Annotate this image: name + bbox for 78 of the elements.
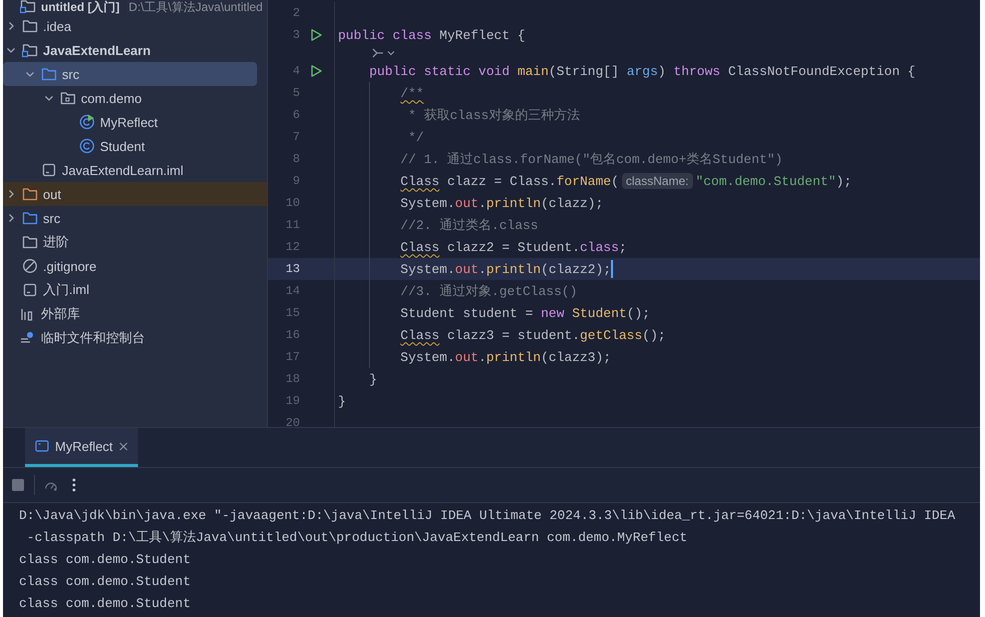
tree-item[interactable]: .idea xyxy=(3,14,257,38)
console-line: class com.demo.Student xyxy=(19,551,192,569)
tree-item[interactable]: .gitignore xyxy=(3,254,257,278)
line-number: 15 xyxy=(284,306,300,320)
tree-item[interactable]: out xyxy=(3,182,267,206)
code-line: System.out.println(clazz); xyxy=(399,196,604,210)
tree-item[interactable]: 外部库 xyxy=(3,302,257,326)
code-line: Student student = new Student(); xyxy=(399,306,650,320)
code-line: } xyxy=(338,394,346,408)
tree-item[interactable]: 入门.iml xyxy=(3,278,257,302)
tree-item[interactable]: 临时文件和控制台 xyxy=(3,326,257,350)
run-icon[interactable] xyxy=(309,64,323,78)
text-cursor xyxy=(611,260,614,278)
line-number: 7 xyxy=(292,130,300,144)
path-label: D:\工具\算法Java\untitled xyxy=(128,0,263,14)
code-line: //2. 通过类名.class xyxy=(399,217,538,234)
line-number: 12 xyxy=(284,240,300,254)
code-line: System.out.println(clazz3); xyxy=(399,350,612,364)
window-icon xyxy=(35,439,49,453)
line-number: 6 xyxy=(292,108,300,122)
code-line: */ xyxy=(407,130,424,144)
inlay-hints-icon[interactable] xyxy=(371,47,397,59)
code-line: * 获取class对象的三种方法 xyxy=(407,107,580,124)
line-number: 8 xyxy=(292,152,300,166)
console-line: D:\Java\jdk\bin\java.exe "-javaagent:D:\java\IntelliJ IDEA Ultimate 2024.3.3\lib\idea_rt.jar=64021:D:\java\IntelliJ IDEA xyxy=(19,507,956,525)
line-number: 11 xyxy=(284,218,300,232)
stop-icon[interactable] xyxy=(11,477,25,493)
console-line: -classpath D:\工具\算法Java\untitled\out\production\JavaExtendLearn com.demo.MyReflect xyxy=(26,529,688,547)
code-line: System.out.println(clazz2); xyxy=(399,262,612,276)
line-number: 19 xyxy=(284,394,300,408)
line-number: 16 xyxy=(284,328,300,342)
line-number: 18 xyxy=(284,372,300,386)
folder-icon xyxy=(22,234,38,250)
class-icon xyxy=(79,114,95,130)
close-icon[interactable] xyxy=(118,442,128,450)
tree-item[interactable]: src xyxy=(3,62,257,86)
line-number: 13 xyxy=(284,262,300,276)
class-icon xyxy=(79,138,95,154)
parameter-hint: className: xyxy=(622,173,693,189)
line-number: 10 xyxy=(284,196,300,210)
line-number: 14 xyxy=(284,284,300,298)
file-icon xyxy=(22,282,38,298)
line-number: 5 xyxy=(292,86,300,100)
code-line: public static void main(String[] args) throws ClassNotFoundException { xyxy=(368,64,916,78)
line-number: 17 xyxy=(284,350,300,364)
tree-item[interactable]: src xyxy=(3,206,257,230)
tree-item[interactable]: 进阶 xyxy=(3,230,257,254)
folder-icon xyxy=(22,18,38,34)
line-number: 3 xyxy=(292,28,300,42)
folder-icon xyxy=(22,42,38,58)
code-line: // 1. 通过class.forName("包名com.demo+类名Student") xyxy=(399,151,783,168)
code-line: } xyxy=(368,372,378,386)
line-number: 20 xyxy=(284,416,300,427)
tree-item[interactable]: JavaExtendLearn.iml xyxy=(3,158,257,182)
code-text: Class clazz = Class.forName( xyxy=(399,174,619,188)
tree-item[interactable]: MyReflect xyxy=(3,110,257,134)
run-icon[interactable] xyxy=(309,28,323,42)
tree-item[interactable]: com.demo xyxy=(3,86,257,110)
tree-item[interactable]: Student xyxy=(3,134,257,158)
line-number: 9 xyxy=(292,174,300,188)
tree-item[interactable]: JavaExtendLearn xyxy=(3,38,257,62)
console-line: class com.demo.Student xyxy=(19,595,192,613)
folder-icon xyxy=(22,210,38,226)
run-tab[interactable]: MyReflect xyxy=(25,428,138,467)
code-text: "com.demo.Student"); xyxy=(696,174,852,188)
line-number: 4 xyxy=(292,64,300,78)
line-number: 2 xyxy=(292,6,300,20)
code-line: //3. 通过对象.getClass() xyxy=(399,283,578,300)
package-icon xyxy=(60,90,76,106)
code-line: Class clazz2 = Student.class; xyxy=(399,240,627,254)
ignore-icon xyxy=(22,258,38,274)
code-line: /** xyxy=(399,86,424,100)
folder-icon xyxy=(22,186,38,202)
folder-icon xyxy=(41,66,57,82)
file-icon xyxy=(41,162,57,178)
console-line: class com.demo.Student xyxy=(19,573,192,591)
code-line: Class clazz3 = student.getClass(); xyxy=(399,328,666,342)
code-line: public class MyReflect { xyxy=(338,28,526,42)
